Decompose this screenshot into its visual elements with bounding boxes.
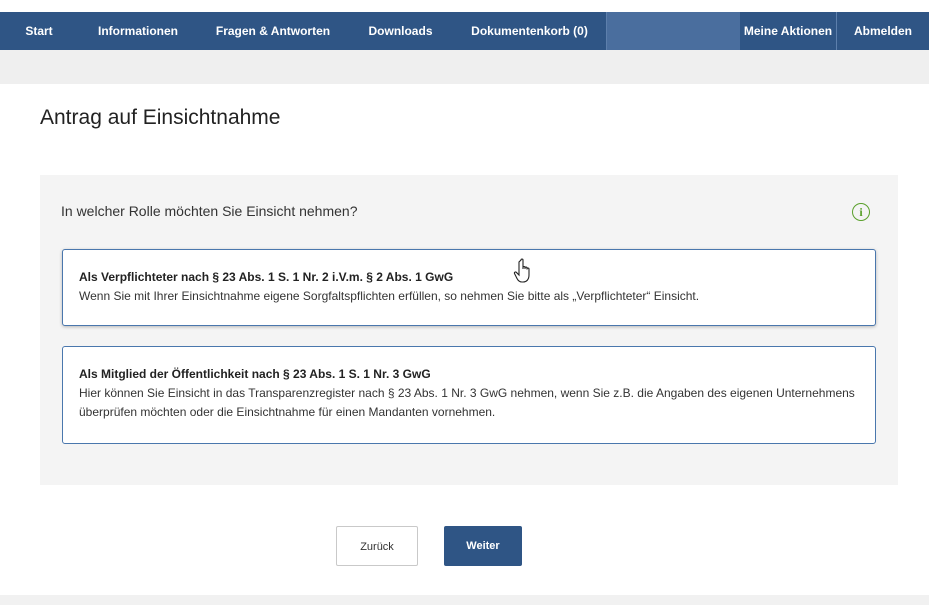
top-navigation: Start Informationen Fragen & Antworten D… bbox=[0, 0, 929, 50]
subheader-strip bbox=[0, 50, 929, 84]
option-description: Hier können Sie Einsicht in das Transpar… bbox=[79, 386, 855, 419]
info-icon[interactable]: i bbox=[852, 203, 870, 221]
option-description: Wenn Sie mit Ihrer Einsichtnahme eigene … bbox=[79, 289, 700, 303]
nav-meine-aktionen[interactable]: Meine Aktionen bbox=[740, 12, 837, 50]
footer-strip bbox=[0, 595, 929, 605]
back-button[interactable]: Zurück bbox=[336, 526, 418, 566]
page-title: Antrag auf Einsichtnahme bbox=[40, 106, 281, 129]
nav-downloads[interactable]: Downloads bbox=[348, 12, 454, 50]
role-option-verpflichteter[interactable]: Als Verpflichteter nach § 23 Abs. 1 S. 1… bbox=[62, 249, 876, 326]
nav-dokumentenkorb[interactable]: Dokumentenkorb (0) bbox=[453, 12, 607, 50]
next-button[interactable]: Weiter bbox=[444, 526, 522, 566]
role-option-oeffentlichkeit[interactable]: Als Mitglied der Öffentlichkeit nach § 2… bbox=[62, 346, 876, 444]
nav-abmelden[interactable]: Abmelden bbox=[837, 12, 929, 50]
hand-cursor-icon bbox=[513, 258, 530, 283]
nav-start[interactable]: Start bbox=[0, 12, 79, 50]
option-title: Als Mitglied der Öffentlichkeit nach § 2… bbox=[79, 367, 431, 381]
role-question: In welcher Rolle möchten Sie Einsicht ne… bbox=[61, 203, 358, 219]
nav-informationen[interactable]: Informationen bbox=[78, 12, 199, 50]
nav-fragen-antworten[interactable]: Fragen & Antworten bbox=[198, 12, 349, 50]
option-title: Als Verpflichteter nach § 23 Abs. 1 S. 1… bbox=[79, 270, 454, 284]
